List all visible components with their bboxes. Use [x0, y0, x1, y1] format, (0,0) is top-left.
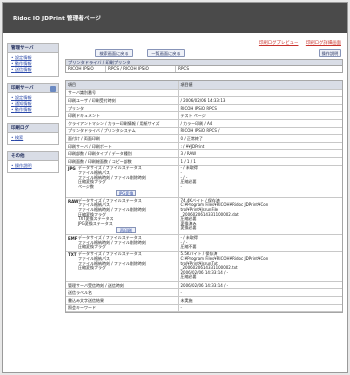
emf-section-row: EMF データサイズ / ファイルステータス ファイル格納時刻 / ファイル削除… — [66, 234, 342, 252]
jpg-item: ページ数 — [78, 183, 94, 189]
row-key: 印刷サーバ / 印刷ポート — [66, 142, 179, 151]
sidebar-section-other: その他 操作説明 — [7, 151, 59, 173]
raw-section-row: RAW データサイズ / ファイルステータス ファイル格納パス ファイル格納時刻… — [66, 197, 342, 236]
table-header-row: 項目 項目値 — [66, 81, 342, 90]
table-row: プリンタ RICOH IPSiO RPCS — [66, 104, 342, 113]
row-key: 送信ラベル名 — [66, 288, 179, 297]
sidebar-section-title: 印刷ログ — [8, 124, 58, 133]
sidebar-section-print-server: 印刷サーバ 設定情報 通知情報 動作情報 — [7, 83, 59, 117]
txt-section-row: TXT データサイズ / ファイルステータス ファイル格納パス ファイル格納時刻… — [66, 251, 342, 282]
row-value: / 2006/02/06 14:33:13 — [178, 96, 342, 105]
row-value: / カラー印刷 / A4 — [178, 119, 342, 128]
table-row: 管理サーバ受信時刻 / 送信時刻 2006/02/06 14:33:14 / - — [66, 281, 342, 290]
jpg-value: - — [180, 183, 182, 189]
row-value: 未実施 — [178, 296, 342, 305]
txt-section: TXT データサイズ / ファイルステータス ファイル格納パス ファイル格納時刻… — [68, 252, 176, 270]
row-key: クライアントマシン / カラー印刷情報 / 用紙サイズ — [66, 119, 179, 128]
row-key: プリンタ — [66, 104, 179, 113]
raw-tag: RAW — [68, 198, 79, 204]
row-key: 印刷ドキュメント — [66, 111, 179, 120]
expand-arrow-icon[interactable] — [50, 85, 56, 92]
table-row: 送信ラベル名 - — [66, 288, 342, 297]
txt-value: 圧縮必要 — [180, 274, 197, 280]
app-window: Ridoc IO JDPrint 管理者ページ 管理サーバ 設定情報 動作情報 … — [2, 2, 348, 373]
printer-cell: RICOH IPSiO — [66, 66, 106, 72]
row-value: 2006/02/06 14:33:14 / - — [178, 281, 342, 290]
table-row: クライアントマシン / カラー印刷情報 / 用紙サイズ / カラー印刷 / A4 — [66, 119, 342, 128]
printer-cell: RPCS — [178, 66, 190, 71]
table-row: プリンタドライバ / プリンタシステム RICOH IPSiO RPCS / — [66, 127, 342, 136]
row-value: RICOH IPSiO RPCS — [178, 104, 342, 113]
jpg-tag: JPG — [68, 166, 76, 172]
header-links: 印刷ログプレビュー 印刷ログ詳細画面 — [253, 40, 341, 46]
raw-section: RAW データサイズ / ファイルステータス ファイル格納パス ファイル格納時刻… — [68, 198, 176, 227]
table-row: 照会キーワード - — [66, 304, 342, 313]
sidebar-item-send[interactable]: 送信情報 — [11, 67, 55, 73]
detail-table: 項目 項目値 サーバ識別番号 印刷ユーザ / 印刷受付時刻/ 2006/02/0… — [65, 80, 343, 314]
table-row: 印刷ドキュメント テスト ページ — [66, 111, 342, 120]
row-key: 書込み文字送信結果 — [66, 296, 179, 305]
title-bar: Ridoc IO JDPrint 管理者ページ — [3, 3, 347, 33]
table-row: 印刷部数 / 印刷タイプ / データ種別 3 / RAW — [66, 149, 342, 158]
table-row: サーバ識別番号 — [66, 89, 342, 98]
row-key: 面付け / 両面印刷 — [66, 134, 179, 143]
txt-item: 圧縮変換フラグ — [78, 265, 106, 271]
jpg-convert-button[interactable]: JPG変換 — [116, 190, 136, 197]
sidebar-section-print-log: 印刷ログ 検索 — [7, 123, 59, 145]
sidebar-section-title: 管理サーバ — [8, 44, 58, 53]
emf-section: EMF データサイズ / ファイルステータス ファイル格納時刻 / ファイル削除… — [68, 235, 176, 250]
table-row: 面付け / 両面印刷 0 / 正常終了 — [66, 134, 342, 143]
column-header: 項目 — [66, 81, 179, 90]
table-row: 印刷サーバ / 印刷ポート: / ¥¥JDPrint — [66, 142, 342, 151]
help-button[interactable]: 操作説明 — [319, 49, 341, 57]
toolbar: 検索画面に戻る 一覧画面に戻る 操作説明 — [65, 49, 343, 59]
table-row: 印刷面数 / 印刷総面数 / コピー部数 1 / 1 / 1 — [66, 157, 342, 166]
printer-table: プリンタドライバ / 印刷プリンタ RICOH IPSiO RPCS / RIC… — [65, 59, 343, 73]
preview-link[interactable]: 印刷ログプレビュー — [259, 41, 299, 46]
jpg-section-row: JPG データサイズ / ファイルステータス ファイル格納パス ファイル格納時刻… — [66, 165, 342, 199]
detail-link[interactable]: 印刷ログ詳細画面 — [306, 41, 341, 46]
row-value: 1 / 1 / 1 — [178, 157, 342, 166]
printer-cell: RPCS / RICOH IPSiO — [106, 66, 176, 72]
row-value: テスト ページ — [178, 111, 342, 120]
sidebar: 管理サーバ 設定情報 動作情報 送信情報 印刷サーバ 設定情報 通知情報 動作情… — [7, 43, 59, 179]
row-key: 印刷面数 / 印刷総面数 / コピー部数 — [66, 157, 179, 166]
table-row: 印刷ユーザ / 印刷受付時刻/ 2006/02/06 14:33:13 — [66, 96, 342, 105]
row-key: サーバ識別番号 — [66, 89, 179, 98]
emf-item: 圧縮変換フラグ — [78, 244, 106, 250]
row-value: - — [178, 288, 342, 297]
txt-tag: TXT — [68, 252, 77, 258]
sidebar-item-help[interactable]: 操作説明 — [11, 163, 55, 169]
emf-value: 圧縮不要 — [180, 244, 197, 250]
sidebar-section-title: 印刷サーバ — [8, 84, 58, 93]
sidebar-section-title: その他 — [8, 152, 58, 161]
raw-item: JPG変換ステータス — [78, 220, 113, 226]
raw-value: 変換必要 — [180, 225, 197, 231]
back-to-search-button[interactable]: 検索画面に戻る — [95, 49, 133, 57]
jpg-section: JPG データサイズ / ファイルステータス ファイル格納パス ファイル格納時刻… — [68, 166, 176, 189]
row-key: 照会キーワード — [66, 304, 179, 313]
sidebar-item-status[interactable]: 動作情報 — [11, 107, 55, 113]
printer-table-row: RICOH IPSiO RPCS / RICOH IPSiO RPCS — [66, 66, 342, 72]
sidebar-item-search[interactable]: 検索 — [11, 135, 55, 141]
row-value: : / ¥¥JDPrint — [178, 142, 342, 151]
back-to-list-button[interactable]: 一覧画面に戻る — [147, 49, 185, 57]
row-value: 0 / 正常終了 — [178, 134, 342, 143]
emf-tag: EMF — [68, 236, 78, 242]
row-value — [178, 89, 342, 98]
app-title: Ridoc IO JDPrint 管理者ページ — [13, 16, 101, 22]
reprint-button[interactable]: 再印刷 — [116, 227, 136, 234]
sidebar-section-label: 印刷サーバ — [11, 86, 34, 91]
sidebar-section-admin-server: 管理サーバ 設定情報 動作情報 送信情報 — [7, 43, 59, 77]
row-key: 印刷部数 / 印刷タイプ / データ種別 — [66, 149, 179, 158]
row-value: - — [178, 304, 342, 313]
row-key: プリンタドライバ / プリンタシステム — [66, 127, 179, 136]
row-key: 管理サーバ受信時刻 / 送信時刻 — [66, 281, 179, 290]
row-value: RICOH IPSiO RPCS / — [178, 127, 342, 136]
column-header: 項目値 — [178, 81, 342, 90]
row-value: 3 / RAW — [178, 149, 342, 158]
row-key: 印刷ユーザ / 印刷受付時刻 — [66, 96, 179, 105]
table-row: 書込み文字送信結果 未実施 — [66, 296, 342, 305]
